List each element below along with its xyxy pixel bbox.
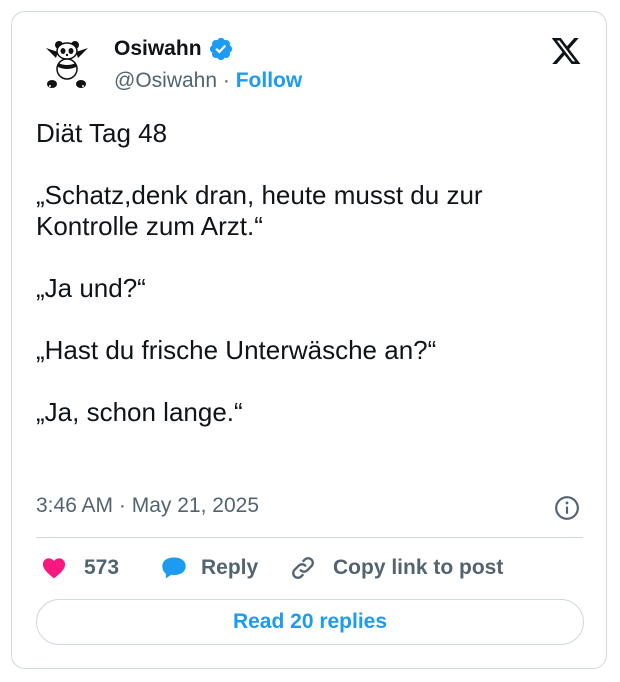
- like-button[interactable]: 573: [40, 552, 119, 584]
- tweet-date: May 21, 2025: [131, 494, 260, 517]
- author-name-row: Osiwahn: [114, 36, 234, 62]
- tweet-line: „Schatz,denk dran, heute musst du zur: [36, 180, 483, 210]
- action-bar: 573 Reply Copy link to post: [36, 552, 583, 584]
- copy-link-label: Copy link to post: [333, 556, 504, 579]
- reply-label: Reply: [201, 556, 259, 579]
- separator: ·: [222, 69, 230, 92]
- tweet-line: „Ja, schon lange.“: [36, 397, 243, 427]
- read-replies-label: Read 20 replies: [232, 610, 388, 633]
- verified-badge-icon: [208, 36, 234, 62]
- copy-link-button[interactable]: Copy link to post: [289, 552, 503, 584]
- tweet-text: Diät Tag 48 „Schatz,denk dran, heute mus…: [36, 118, 581, 428]
- follow-button[interactable]: Follow: [236, 69, 303, 92]
- link-icon: [289, 554, 317, 582]
- tweet-line: Diät Tag 48: [36, 118, 168, 148]
- tweet-time: 3:46 AM: [36, 494, 114, 517]
- speech-bubble-icon: [159, 554, 189, 582]
- separator: ·: [118, 494, 126, 517]
- author-name[interactable]: Osiwahn: [114, 37, 202, 61]
- tweet-timestamp[interactable]: 3:46 AM · May 21, 2025: [36, 494, 259, 518]
- like-count: 573: [84, 556, 120, 579]
- read-replies-button[interactable]: Read 20 replies: [36, 599, 584, 645]
- author-handle-row: @Osiwahn · Follow: [114, 69, 302, 93]
- tweet-line: Kontrolle zum Arzt.“: [36, 211, 263, 241]
- avatar[interactable]: [38, 36, 96, 94]
- panda-icon: [46, 41, 88, 88]
- divider: [36, 537, 583, 538]
- info-icon[interactable]: [554, 495, 580, 521]
- reply-button[interactable]: Reply: [159, 552, 258, 584]
- tweet-line: „Hast du frische Unterwäsche an?“: [36, 335, 437, 365]
- author-handle[interactable]: @Osiwahn: [114, 69, 217, 92]
- tweet-line: „Ja und?“: [36, 273, 146, 303]
- x-logo-icon[interactable]: [549, 35, 583, 67]
- heart-icon: [40, 555, 68, 581]
